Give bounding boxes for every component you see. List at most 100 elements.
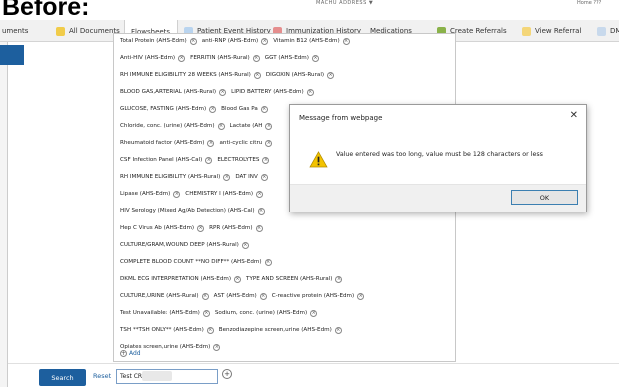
remove-icon[interactable]: ×: [209, 105, 217, 113]
order-chip: Total Protein (AHS-Edm) ×: [120, 37, 197, 45]
remove-icon[interactable]: ×: [197, 224, 205, 232]
order-label: TYPE AND SCREEN (AHS-Rural): [246, 276, 333, 282]
order-chip: TSH **TSH ONLY** (AHS-Edm) ×: [120, 326, 214, 334]
remove-icon[interactable]: ×: [234, 275, 242, 283]
remove-icon[interactable]: ×: [327, 71, 335, 79]
remove-icon[interactable]: ×: [201, 292, 209, 300]
remove-icon[interactable]: ×: [189, 37, 197, 45]
remove-icon[interactable]: ×: [311, 54, 319, 62]
order-label: DAT INV: [235, 174, 258, 180]
dialog-title: Message from webpage: [299, 114, 383, 122]
warning-icon: [309, 151, 328, 168]
order-chip: Rheumatoid factor (AHS-Edm) ×: [120, 139, 215, 147]
remove-icon[interactable]: ×: [261, 37, 269, 45]
remove-icon[interactable]: ×: [357, 292, 365, 300]
remove-icon[interactable]: ×: [178, 54, 186, 62]
order-label: anti-cyclic citru: [219, 140, 263, 146]
order-chip: BLOOD GAS,ARTERIAL (AHS-Rural) ×: [120, 88, 227, 96]
remove-icon[interactable]: ×: [310, 309, 318, 317]
order-chip: CSF Infection Panel (AHS-Cal) ×: [120, 156, 213, 164]
order-label: Lipase (AHS-Edm): [120, 191, 171, 197]
tab-view-referral[interactable]: View Referral: [522, 20, 581, 42]
order-chip: DAT INV ×: [235, 173, 268, 181]
order-chip: CULTURE,URINE (AHS-Rural) ×: [120, 292, 209, 300]
order-row: GLUCOSE, FASTING (AHS-Edm) × Blood Gas Pa ×: [120, 103, 273, 115]
order-label: Rheumatoid factor (AHS-Edm): [120, 140, 205, 146]
order-chip: Lactate (AH ×: [229, 122, 273, 130]
add-order-link[interactable]: + Add: [120, 350, 141, 357]
remove-icon[interactable]: ×: [217, 122, 225, 130]
order-label: RPR (AHS-Edm): [209, 225, 253, 231]
order-label: Sodium, conc. (urine) (AHS-Edm): [214, 310, 308, 316]
remove-icon[interactable]: ×: [265, 122, 273, 130]
remove-icon[interactable]: ×: [241, 241, 249, 249]
remove-icon[interactable]: ×: [252, 54, 260, 62]
remove-icon[interactable]: ×: [334, 326, 342, 334]
ok-button[interactable]: OK: [511, 190, 578, 205]
order-label: Anti-HIV (AHS-Edm): [120, 55, 176, 61]
remove-icon[interactable]: ×: [213, 343, 221, 351]
order-chip: Vitamin B12 (AHS-Edm) ×: [273, 37, 350, 45]
order-label: DIGOXIN (AHS-Rural): [265, 72, 325, 78]
order-chip: anti-cyclic citru ×: [219, 139, 273, 147]
add-label: Add: [129, 350, 141, 357]
order-label: Total Protein (AHS-Edm): [120, 38, 187, 44]
order-label: CHEMISTRY I (AHS-Edm): [185, 191, 254, 197]
order-label: GGT (AHS-Edm): [264, 55, 309, 61]
reset-link[interactable]: Reset: [93, 372, 111, 380]
remove-icon[interactable]: ×: [173, 190, 181, 198]
remove-icon[interactable]: ×: [207, 139, 215, 147]
order-chip: GGT (AHS-Edm) ×: [264, 54, 319, 62]
topbar-right-fragment: Home ???: [577, 0, 602, 6]
add-circle-icon[interactable]: +: [222, 369, 232, 379]
order-label: C-reactive protein (AHS-Edm): [271, 293, 355, 299]
remove-icon[interactable]: ×: [335, 275, 343, 283]
remove-icon[interactable]: ×: [257, 207, 265, 215]
order-row: Hep C Virus Ab (AHS-Edm) × RPR (AHS-Edm) ×: [120, 222, 268, 234]
redacted-text: [142, 371, 172, 381]
remove-icon[interactable]: ×: [253, 71, 261, 79]
order-label: Test Unavailable: (AHS-Edm): [120, 310, 200, 316]
remove-icon[interactable]: ×: [205, 156, 213, 164]
order-label: Lactate (AH: [229, 123, 263, 129]
order-label: LIPID BATTERY (AHS-Edm): [231, 89, 304, 95]
tab-label: View Referral: [535, 27, 582, 35]
order-chip: Hep C Virus Ab (AHS-Edm) ×: [120, 224, 205, 232]
order-label: CULTURE,URINE (AHS-Rural): [120, 293, 199, 299]
remove-icon[interactable]: ×: [265, 139, 273, 147]
order-label: DKML ECG INTERPRETATION (AHS-Edm): [120, 276, 232, 282]
order-chip: RPR (AHS-Edm) ×: [209, 224, 263, 232]
remove-icon[interactable]: ×: [255, 224, 263, 232]
remove-icon[interactable]: ×: [262, 156, 270, 164]
order-chip: AST (AHS-Edm) ×: [214, 292, 267, 300]
order-chip: RH IMMUNE ELIGIBILITY 28 WEEKS (AHS-Rura…: [120, 71, 261, 79]
remove-icon[interactable]: ×: [260, 105, 268, 113]
order-row: Total Protein (AHS-Edm) × anti-RNP (AHS-Ed…: [120, 35, 355, 47]
dialog-body: Value entered was too long, value must b…: [290, 130, 586, 184]
order-label: anti-RNP (AHS-Edm): [201, 38, 259, 44]
remove-icon[interactable]: ×: [223, 173, 231, 181]
remove-icon[interactable]: ×: [256, 190, 264, 198]
remove-icon[interactable]: ×: [259, 292, 267, 300]
tab-dm[interactable]: DM: [597, 20, 619, 42]
remove-icon[interactable]: ×: [202, 309, 210, 317]
left-panel-selected-item[interactable]: [0, 45, 24, 65]
remove-icon[interactable]: ×: [342, 37, 350, 45]
remove-icon[interactable]: ×: [206, 326, 214, 334]
remove-icon[interactable]: ×: [264, 258, 272, 266]
tab-documents[interactable]: uments: [2, 20, 28, 42]
order-row: Rheumatoid factor (AHS-Edm) × anti-cyclic …: [120, 137, 277, 149]
order-chip: RH IMMUNE ELIGIBILITY (AHS-Rural) ×: [120, 173, 231, 181]
order-label: ELECTROLYTES: [217, 157, 260, 163]
order-chip: GLUCOSE, FASTING (AHS-Edm) ×: [120, 105, 217, 113]
remove-icon[interactable]: ×: [306, 88, 314, 96]
remove-icon[interactable]: ×: [260, 173, 268, 181]
order-row: Lipase (AHS-Edm) × CHEMISTRY I (AHS-Edm) ×: [120, 188, 268, 200]
tab-all-documents[interactable]: All Documents: [56, 20, 120, 42]
order-row: HIV Serology (Mixed Ag/Ab Detection) (AH…: [120, 205, 270, 217]
order-chip: Chloride, conc. (urine) (AHS-Edm) ×: [120, 122, 225, 130]
remove-icon[interactable]: ×: [219, 88, 227, 96]
plus-circle-icon: +: [120, 350, 127, 357]
search-button[interactable]: Search: [39, 369, 86, 386]
close-icon[interactable]: ✕: [570, 110, 578, 121]
